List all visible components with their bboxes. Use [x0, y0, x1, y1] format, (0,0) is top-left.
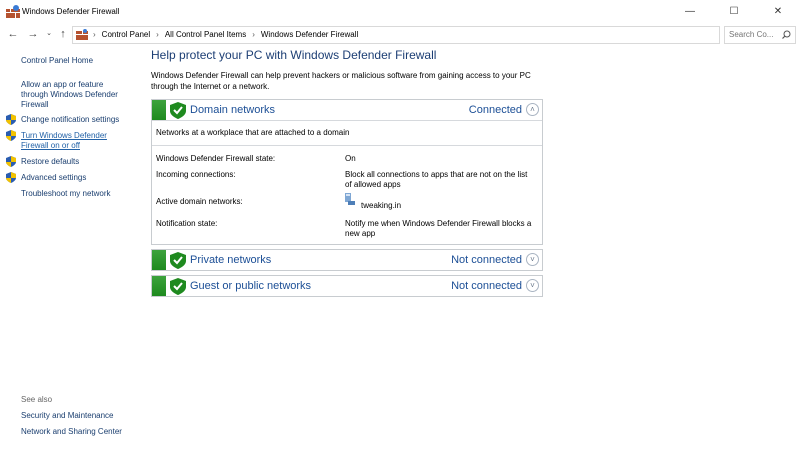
left-sidebar: Control Panel Home Allow an app or featu… — [0, 46, 140, 450]
firewall-state-label: Windows Defender Firewall state: — [156, 154, 276, 163]
breadcrumb-control-panel[interactable]: Control Panel — [102, 30, 150, 39]
maximize-button[interactable]: ☐ — [712, 0, 756, 24]
chevron-right-icon: › — [252, 30, 255, 39]
status-bar — [152, 100, 166, 120]
notification-state-value: Notify me when Windows Defender Firewall… — [345, 219, 532, 238]
green-shield-check-icon — [170, 102, 186, 119]
up-arrow-icon: ↑ — [60, 28, 66, 40]
domain-networks-status: Connected — [468, 104, 522, 116]
sidebar-restore-defaults[interactable]: Restore defaults — [21, 157, 79, 167]
back-arrow-icon: ← — [7, 28, 19, 40]
public-networks-status: Not connected — [451, 280, 522, 292]
minimize-icon: — — [685, 6, 695, 17]
uac-shield-icon — [6, 114, 16, 125]
status-bar — [152, 250, 166, 270]
chevron-up-icon[interactable]: ˄ — [526, 103, 539, 116]
close-button[interactable]: ✕ — [756, 0, 800, 24]
domain-network-icon — [345, 193, 355, 205]
uac-shield-icon — [6, 156, 16, 167]
see-also-network-sharing[interactable]: Network and Sharing Center — [21, 427, 122, 437]
back-button[interactable]: ← — [6, 28, 20, 40]
uac-shield-icon — [6, 172, 16, 183]
private-networks-panel[interactable]: Private networks Not connected ˅ — [151, 249, 543, 271]
breadcrumb-firewall[interactable]: Windows Defender Firewall — [261, 30, 358, 39]
page-description: Windows Defender Firewall can help preve… — [151, 71, 531, 91]
divider — [152, 120, 542, 121]
navigation-bar: ← → ⌄ ↑ › Control Panel › All Control Panel… — [0, 24, 800, 46]
title-bar: Windows Defender Firewall — ☐ ✕ — [0, 0, 800, 24]
domain-networks-title: Domain networks — [190, 104, 275, 116]
private-networks-status: Not connected — [451, 254, 522, 266]
sidebar-turn-firewall-on-off[interactable]: Turn Windows Defender Firewall on or off — [21, 131, 117, 151]
forward-arrow-icon: → — [27, 28, 39, 40]
firewall-state-value: On — [345, 154, 356, 163]
domain-name: tweaking.in — [361, 201, 402, 210]
domain-networks-header[interactable]: Domain networks Connected ˄ — [152, 100, 542, 120]
breadcrumb: › Control Panel › All Control Panel Items › W… — [91, 30, 362, 39]
firewall-app-icon — [6, 5, 20, 18]
status-bar — [152, 276, 166, 296]
uac-shield-icon — [6, 130, 16, 141]
chevron-right-icon: › — [93, 30, 96, 39]
sidebar-change-notification[interactable]: Change notification settings — [21, 115, 119, 125]
recent-locations-button[interactable]: ⌄ — [42, 28, 56, 40]
domain-networks-panel: Domain networks Connected ˄ Networks at … — [151, 99, 543, 245]
public-networks-header[interactable]: Guest or public networks Not connected ˅ — [152, 276, 542, 296]
notification-state-label: Notification state: — [156, 219, 218, 228]
domain-networks-subtitle: Networks at a workplace that are attache… — [156, 128, 350, 137]
window-title: Windows Defender Firewall — [22, 7, 120, 16]
sidebar-allow-app[interactable]: Allow an app or feature through Windows … — [21, 80, 121, 110]
sidebar-troubleshoot[interactable]: Troubleshoot my network — [21, 189, 111, 199]
minimize-button[interactable]: — — [668, 0, 712, 24]
search-box[interactable] — [724, 26, 796, 44]
incoming-connections-label: Incoming connections: — [156, 170, 236, 179]
maximize-icon: ☐ — [729, 6, 739, 17]
see-also-heading: See also — [21, 395, 53, 404]
search-input[interactable] — [725, 27, 779, 41]
active-domain-networks-value: tweaking.in — [345, 193, 535, 210]
chevron-down-icon[interactable]: ˅ — [526, 253, 539, 266]
chevron-right-icon: › — [156, 30, 159, 39]
active-domain-networks-label: Active domain networks: — [156, 197, 243, 206]
green-shield-check-icon — [170, 278, 186, 295]
close-icon: ✕ — [773, 6, 783, 17]
chevron-down-icon: ⌄ — [46, 30, 52, 37]
sidebar-advanced-settings[interactable]: Advanced settings — [21, 173, 86, 183]
public-networks-title: Guest or public networks — [190, 280, 312, 292]
green-shield-check-icon — [170, 252, 186, 269]
incoming-connections-value: Block all connections to apps that are n… — [345, 170, 528, 189]
control-panel-icon — [76, 29, 88, 40]
search-icon — [782, 30, 791, 39]
public-networks-panel[interactable]: Guest or public networks Not connected ˅ — [151, 275, 543, 297]
up-button[interactable]: ↑ — [56, 28, 70, 40]
see-also-security-maintenance[interactable]: Security and Maintenance — [21, 411, 114, 421]
private-networks-title: Private networks — [190, 254, 272, 266]
chevron-down-icon[interactable]: ˅ — [526, 279, 539, 292]
breadcrumb-all-items[interactable]: All Control Panel Items — [165, 30, 246, 39]
forward-button[interactable]: → — [26, 28, 40, 40]
private-networks-header[interactable]: Private networks Not connected ˅ — [152, 250, 542, 270]
address-bar[interactable]: › Control Panel › All Control Panel Items › W… — [72, 26, 784, 44]
divider — [152, 145, 542, 146]
sidebar-control-panel-home[interactable]: Control Panel Home — [21, 56, 93, 66]
page-title: Help protect your PC with Windows Defend… — [151, 48, 437, 62]
